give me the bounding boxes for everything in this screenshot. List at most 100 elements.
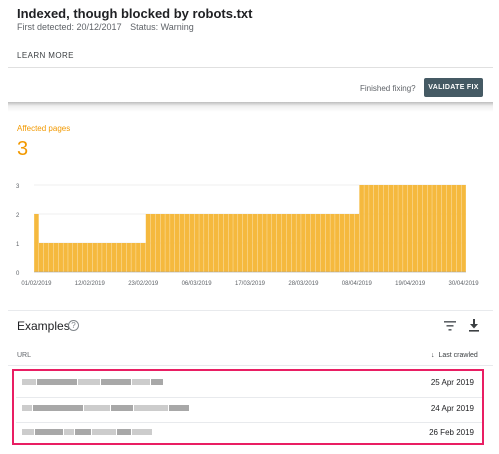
finished-fixing-label: Finished fixing?: [360, 84, 416, 93]
bar: [102, 243, 107, 272]
bar: [131, 243, 136, 272]
bar: [174, 214, 180, 272]
affected-pages-count: 3: [17, 138, 29, 160]
x-tick-label: 28/03/2019: [288, 281, 319, 287]
x-tick-label: 06/03/2019: [182, 281, 213, 287]
bar: [412, 185, 418, 272]
bar: [349, 214, 355, 272]
bar: [252, 214, 258, 272]
bar: [301, 214, 306, 272]
last-crawled-label: Last crawled: [438, 352, 478, 359]
bar: [218, 214, 224, 272]
bar: [43, 243, 49, 272]
bar: [437, 185, 442, 272]
bar: [87, 243, 93, 272]
x-tick-label: 30/04/2019: [449, 281, 480, 287]
validate-fix-button[interactable]: VALIDATE FIX: [424, 78, 483, 97]
bar: [111, 243, 117, 272]
bar: [92, 243, 97, 272]
bar: [432, 185, 437, 272]
bar: [247, 214, 253, 272]
examples-highlight-box: [12, 369, 484, 445]
bar: [165, 214, 170, 272]
bar: [97, 243, 102, 272]
column-header-last-crawled[interactable]: ↓ Last crawled: [431, 352, 478, 359]
bar: [456, 185, 461, 272]
bar: [262, 214, 267, 272]
bar: [296, 214, 301, 272]
x-tick-label: 01/02/2019: [21, 281, 52, 287]
bar: [170, 214, 175, 272]
bar: [393, 185, 398, 272]
bar: [267, 214, 272, 272]
x-tick-label: 19/04/2019: [395, 281, 426, 287]
filter-icon[interactable]: [443, 320, 457, 332]
bar: [271, 214, 277, 272]
bar: [451, 185, 457, 272]
bar: [441, 185, 447, 272]
bar: [369, 185, 374, 272]
arrow-down-icon: ↓: [431, 352, 435, 359]
bar: [145, 214, 151, 272]
bar: [242, 214, 248, 272]
help-circle-icon[interactable]: ?: [68, 320, 79, 331]
bar: [199, 214, 204, 272]
bar: [34, 214, 39, 272]
divider: [8, 67, 493, 68]
bar: [155, 214, 161, 272]
bar: [378, 185, 384, 272]
bar: [53, 243, 59, 272]
bar: [194, 214, 199, 272]
bar: [82, 243, 88, 272]
bar: [179, 214, 185, 272]
bar: [68, 243, 73, 272]
section-divider: [8, 102, 493, 112]
bar: [330, 214, 335, 272]
column-header-url[interactable]: URL: [17, 352, 31, 359]
bar: [223, 214, 228, 272]
issue-meta: First detected: 20/12/2017 Status: Warni…: [17, 22, 200, 32]
bar: [189, 214, 195, 272]
bar: [213, 214, 219, 272]
y-tick-label: 3: [16, 184, 20, 190]
bar: [184, 214, 190, 272]
download-icon[interactable]: [468, 318, 480, 332]
bar: [160, 214, 165, 272]
x-tick-label: 17/03/2019: [235, 281, 266, 287]
x-tick-label: 23/02/2019: [128, 281, 159, 287]
bar: [398, 185, 403, 272]
bar: [359, 185, 364, 272]
issue-status: Status: Warning: [130, 22, 194, 32]
x-tick-label: 12/02/2019: [75, 281, 106, 287]
bar: [325, 214, 330, 272]
divider: [8, 365, 493, 366]
bar: [233, 214, 238, 272]
bar: [422, 185, 428, 272]
bar: [403, 185, 408, 272]
bar: [238, 214, 243, 272]
bar: [388, 185, 394, 272]
bar: [121, 243, 127, 272]
bar: [136, 243, 141, 272]
bar: [208, 214, 214, 272]
learn-more-link[interactable]: LEARN MORE: [17, 51, 74, 60]
bar: [72, 243, 78, 272]
bar: [126, 243, 131, 272]
y-tick-label: 1: [16, 242, 20, 248]
bar: [106, 243, 112, 272]
bar: [446, 185, 452, 272]
bar: [286, 214, 292, 272]
y-tick-label: 0: [16, 271, 20, 277]
affected-pages-label: Affected pages: [17, 124, 71, 133]
bar: [373, 185, 379, 272]
examples-title: Examples: [17, 319, 70, 333]
bar: [315, 214, 321, 272]
bar: [276, 214, 282, 272]
bar: [383, 185, 389, 272]
bar: [116, 243, 122, 272]
bar: [320, 214, 326, 272]
bar: [204, 214, 209, 272]
x-tick-label: 08/04/2019: [342, 281, 373, 287]
bar: [407, 185, 413, 272]
issue-title: Indexed, though blocked by robots.txt: [17, 6, 253, 21]
